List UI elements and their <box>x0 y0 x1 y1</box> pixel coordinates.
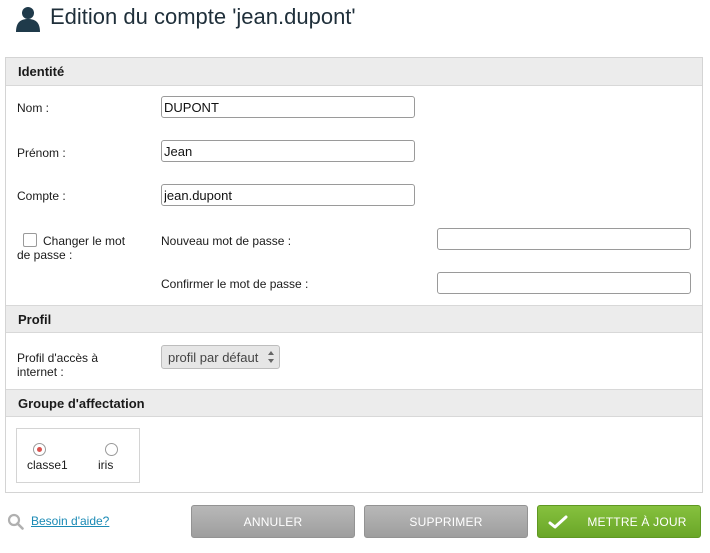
change-password-label-1: Changer le mot <box>43 234 126 248</box>
section-title: Groupe d'affectation <box>18 396 145 411</box>
confirm-password-input[interactable] <box>437 272 691 294</box>
cancel-button[interactable]: ANNULER <box>191 505 355 538</box>
new-password-input[interactable] <box>437 228 691 250</box>
delete-button[interactable]: SUPPRIMER <box>364 505 528 538</box>
prenom-label: Prénom : <box>17 146 66 160</box>
section-profil: Profil <box>6 305 702 333</box>
compte-label: Compte : <box>17 189 66 203</box>
profil-select-value: profil par défaut <box>168 350 259 365</box>
nom-input[interactable] <box>161 96 415 118</box>
section-title: Profil <box>18 312 52 327</box>
page-header: Edition du compte 'jean.dupont' <box>0 0 710 40</box>
update-button-label: METTRE À JOUR <box>587 515 687 529</box>
compte-input[interactable] <box>161 184 415 206</box>
confirm-password-label: Confirmer le mot de passe : <box>161 277 309 291</box>
section-groupe: Groupe d'affectation <box>6 389 702 417</box>
section-title: Identité <box>18 64 65 79</box>
change-password-label-2: de passe : <box>17 248 73 262</box>
group-radio-box: classe1 iris <box>16 428 140 483</box>
select-arrows-icon <box>268 351 274 363</box>
help-link[interactable]: Besoin d'aide? <box>31 514 109 528</box>
nom-label: Nom : <box>17 101 50 115</box>
profil-select[interactable]: profil par défaut <box>161 345 280 369</box>
account-form: Identité Nom : Prénom : Compte : Changer… <box>5 57 703 493</box>
radio-classe1[interactable] <box>33 443 46 456</box>
prenom-input[interactable] <box>161 140 415 162</box>
radio-classe1-label: classe1 <box>27 458 68 472</box>
change-password-checkbox[interactable] <box>23 233 37 247</box>
section-identite: Identité <box>6 58 702 86</box>
radio-iris-label: iris <box>98 458 114 472</box>
search-icon <box>7 513 24 530</box>
new-password-label: Nouveau mot de passe : <box>161 234 292 248</box>
profil-label-1: Profil d'accès à <box>17 351 98 365</box>
check-icon <box>548 515 568 529</box>
profil-label-2: internet : <box>17 365 64 379</box>
radio-iris[interactable] <box>105 443 118 456</box>
update-button[interactable]: METTRE À JOUR <box>537 505 701 538</box>
page-title: Edition du compte 'jean.dupont' <box>50 4 356 29</box>
user-icon <box>16 7 40 32</box>
